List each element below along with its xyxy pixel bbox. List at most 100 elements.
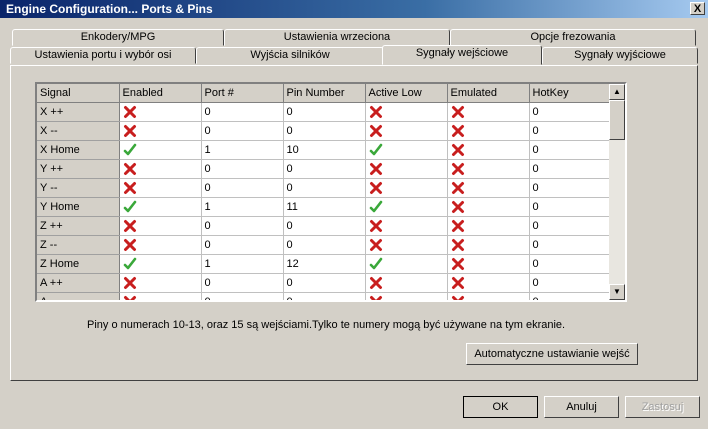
tab-mill-options[interactable]: Opcje frezowania — [450, 29, 696, 46]
hotkey-cell[interactable]: 0 — [529, 273, 610, 293]
enabled-cell[interactable] — [119, 216, 202, 236]
signal-cell[interactable]: Y ++ — [37, 159, 120, 179]
signal-cell[interactable]: X Home — [37, 140, 120, 160]
col-header-hotkey[interactable]: HotKey — [529, 84, 610, 103]
pin-number-cell[interactable]: 0 — [283, 178, 366, 198]
hotkey-cell[interactable]: 0 — [529, 254, 610, 274]
active-low-cell[interactable] — [365, 235, 448, 255]
port-cell[interactable]: 0 — [201, 102, 284, 122]
scroll-thumb[interactable] — [609, 100, 625, 140]
hotkey-cell[interactable]: 0 — [529, 159, 610, 179]
table-row[interactable]: Y Home 1 11 0 — [37, 197, 610, 217]
table-row[interactable]: Z ++ 0 0 0 — [37, 216, 610, 236]
vertical-scrollbar[interactable]: ▲ ▼ — [609, 84, 625, 300]
emulated-cell[interactable] — [447, 197, 530, 217]
port-cell[interactable]: 0 — [201, 121, 284, 141]
signal-cell[interactable]: Y -- — [37, 178, 120, 198]
signal-cell[interactable]: Z Home — [37, 254, 120, 274]
enabled-cell[interactable] — [119, 254, 202, 274]
active-low-cell[interactable] — [365, 292, 448, 300]
pin-number-cell[interactable]: 0 — [283, 273, 366, 293]
hotkey-cell[interactable]: 0 — [529, 178, 610, 198]
col-header-active-low[interactable]: Active Low — [365, 84, 448, 103]
table-row[interactable]: X -- 0 0 0 — [37, 121, 610, 141]
port-cell[interactable]: 0 — [201, 273, 284, 293]
active-low-cell[interactable] — [365, 178, 448, 198]
table-row[interactable]: Y ++ 0 0 0 — [37, 159, 610, 179]
scroll-up-icon[interactable]: ▲ — [609, 84, 625, 100]
active-low-cell[interactable] — [365, 121, 448, 141]
tab-output-signals[interactable]: Sygnały wyjściowe — [542, 47, 698, 64]
hotkey-cell[interactable]: 0 — [529, 102, 610, 122]
hotkey-cell[interactable]: 0 — [529, 292, 610, 300]
emulated-cell[interactable] — [447, 159, 530, 179]
emulated-cell[interactable] — [447, 140, 530, 160]
tab-spindle-setup[interactable]: Ustawienia wrzeciona — [224, 29, 450, 46]
signal-cell[interactable]: X ++ — [37, 102, 120, 122]
pin-number-cell[interactable]: 0 — [283, 235, 366, 255]
tab-port-axis-selection[interactable]: Ustawienia portu i wybór osi — [10, 47, 196, 64]
port-cell[interactable]: 1 — [201, 140, 284, 160]
emulated-cell[interactable] — [447, 273, 530, 293]
hotkey-cell[interactable]: 0 — [529, 140, 610, 160]
enabled-cell[interactable] — [119, 292, 202, 300]
hotkey-cell[interactable]: 0 — [529, 121, 610, 141]
active-low-cell[interactable] — [365, 140, 448, 160]
enabled-cell[interactable] — [119, 140, 202, 160]
tab-encoders-mpg[interactable]: Enkodery/MPG — [12, 29, 224, 46]
enabled-cell[interactable] — [119, 273, 202, 293]
enabled-cell[interactable] — [119, 102, 202, 122]
enabled-cell[interactable] — [119, 235, 202, 255]
port-cell[interactable]: 0 — [201, 216, 284, 236]
port-cell[interactable]: 1 — [201, 254, 284, 274]
col-header-signal[interactable]: Signal — [37, 84, 120, 103]
pin-number-cell[interactable]: 0 — [283, 292, 366, 300]
active-low-cell[interactable] — [365, 197, 448, 217]
emulated-cell[interactable] — [447, 235, 530, 255]
active-low-cell[interactable] — [365, 159, 448, 179]
active-low-cell[interactable] — [365, 254, 448, 274]
emulated-cell[interactable] — [447, 178, 530, 198]
auto-setup-inputs-button[interactable]: Automatyczne ustawianie wejść — [466, 343, 638, 365]
active-low-cell[interactable] — [365, 273, 448, 293]
active-low-cell[interactable] — [365, 102, 448, 122]
signal-cell[interactable]: Z ++ — [37, 216, 120, 236]
emulated-cell[interactable] — [447, 102, 530, 122]
port-cell[interactable]: 1 — [201, 197, 284, 217]
pin-number-cell[interactable]: 0 — [283, 121, 366, 141]
signal-cell[interactable]: Z -- — [37, 235, 120, 255]
close-button[interactable]: X — [690, 2, 705, 15]
table-row[interactable]: A -- 0 0 0 — [37, 292, 610, 300]
table-row[interactable]: Y -- 0 0 0 — [37, 178, 610, 198]
col-header-emulated[interactable]: Emulated — [447, 84, 530, 103]
signal-cell[interactable]: A ++ — [37, 273, 120, 293]
col-header-pin-number[interactable]: Pin Number — [283, 84, 366, 103]
col-header-enabled[interactable]: Enabled — [119, 84, 202, 103]
hotkey-cell[interactable]: 0 — [529, 235, 610, 255]
ok-button[interactable]: OK — [463, 396, 538, 418]
enabled-cell[interactable] — [119, 121, 202, 141]
emulated-cell[interactable] — [447, 254, 530, 274]
signal-cell[interactable]: X -- — [37, 121, 120, 141]
emulated-cell[interactable] — [447, 292, 530, 300]
port-cell[interactable]: 0 — [201, 178, 284, 198]
pin-number-cell[interactable]: 0 — [283, 102, 366, 122]
col-header-port[interactable]: Port # — [201, 84, 284, 103]
port-cell[interactable]: 0 — [201, 292, 284, 300]
pin-number-cell[interactable]: 0 — [283, 159, 366, 179]
signal-cell[interactable]: A -- — [37, 292, 120, 300]
pin-number-cell[interactable]: 12 — [283, 254, 366, 274]
table-row[interactable]: X Home 1 10 0 — [37, 140, 610, 160]
apply-button[interactable]: Zastosuj — [625, 396, 700, 418]
cancel-button[interactable]: Anuluj — [544, 396, 619, 418]
port-cell[interactable]: 0 — [201, 159, 284, 179]
hotkey-cell[interactable]: 0 — [529, 216, 610, 236]
table-row[interactable]: X ++ 0 0 0 — [37, 102, 610, 122]
pin-number-cell[interactable]: 0 — [283, 216, 366, 236]
table-row[interactable]: A ++ 0 0 0 — [37, 273, 610, 293]
signals-grid[interactable]: Signal Enabled Port # Pin Number Active … — [35, 82, 627, 302]
port-cell[interactable]: 0 — [201, 235, 284, 255]
active-low-cell[interactable] — [365, 216, 448, 236]
emulated-cell[interactable] — [447, 121, 530, 141]
scroll-down-icon[interactable]: ▼ — [609, 284, 625, 300]
